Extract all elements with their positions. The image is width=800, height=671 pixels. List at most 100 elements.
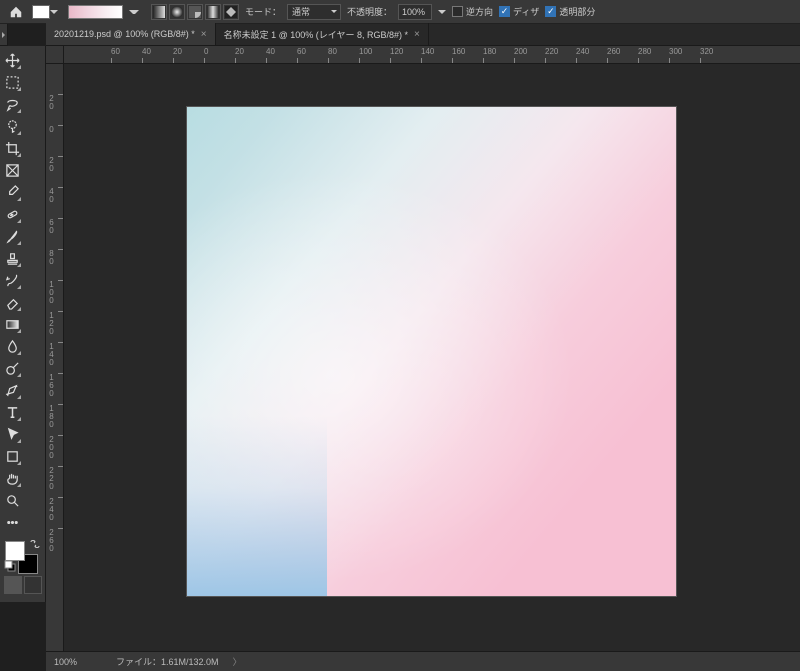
ruler-tick: 100 bbox=[47, 280, 56, 304]
ruler-tick: 120 bbox=[47, 311, 56, 335]
workspace: 6040200204060801001201401601802002202402… bbox=[46, 46, 800, 651]
ruler-origin[interactable] bbox=[46, 46, 64, 64]
eraser-tool[interactable] bbox=[2, 292, 22, 312]
ruler-tick: 60 bbox=[111, 47, 120, 56]
mode-label: モード： bbox=[245, 5, 281, 18]
dodge-tool[interactable] bbox=[2, 358, 22, 378]
ruler-tick: 40 bbox=[266, 47, 275, 56]
document-tab-0[interactable]: 20201219.psd @ 100% (RGB/8#) *× bbox=[46, 23, 216, 45]
opacity-caret-icon[interactable] bbox=[438, 5, 446, 18]
move-tool[interactable] bbox=[2, 50, 22, 70]
toolbox bbox=[0, 46, 46, 602]
status-flyout-icon[interactable]: 〉 bbox=[233, 655, 242, 668]
opacity-field[interactable]: 100% bbox=[398, 4, 432, 20]
swap-colors-icon[interactable] bbox=[29, 538, 41, 550]
ruler-tick: 320 bbox=[700, 47, 713, 56]
ruler-tick: 80 bbox=[328, 47, 337, 56]
ruler-tick: 40 bbox=[47, 187, 56, 203]
document-tab-1[interactable]: 名称未設定 1 @ 100% (レイヤー 8, RGB/8#) * × bbox=[216, 23, 429, 45]
ruler-tick: 60 bbox=[47, 218, 56, 234]
frame-tool[interactable] bbox=[2, 160, 22, 180]
file-value: 1.61M/132.0M bbox=[161, 657, 219, 667]
path-select-tool[interactable] bbox=[2, 424, 22, 444]
ruler-tick: 180 bbox=[47, 404, 56, 428]
dither-checkbox[interactable] bbox=[499, 6, 510, 17]
gradient-radial-button[interactable] bbox=[169, 4, 185, 20]
color-swatches bbox=[2, 538, 43, 572]
reverse-label: 逆方向 bbox=[466, 5, 493, 18]
marquee-tool[interactable] bbox=[2, 72, 22, 92]
document-tabs: 20201219.psd @ 100% (RGB/8#) *× 名称未設定 1 … bbox=[46, 24, 800, 46]
zoom-field[interactable]: 100% bbox=[54, 657, 102, 667]
dither-label: ディザ bbox=[513, 5, 539, 18]
reverse-option[interactable]: 逆方向 bbox=[452, 5, 493, 18]
ruler-tick: 20 bbox=[235, 47, 244, 56]
opacity-label: 不透明度： bbox=[347, 5, 392, 18]
vertical-ruler[interactable]: 20020406080100120140160180200220240260 bbox=[46, 64, 64, 651]
close-icon[interactable]: × bbox=[414, 29, 420, 40]
horizontal-ruler[interactable]: 6040200204060801001201401601802002202402… bbox=[64, 46, 800, 64]
ruler-tick: 120 bbox=[390, 47, 403, 56]
mode-value: 通常 bbox=[292, 5, 310, 18]
edit-mode-group bbox=[2, 576, 43, 598]
dither-option[interactable]: ディザ bbox=[499, 5, 539, 18]
ruler-tick: 160 bbox=[47, 373, 56, 397]
gradient-angle-button[interactable] bbox=[187, 4, 203, 20]
default-colors-icon[interactable] bbox=[4, 560, 16, 572]
lasso-tool[interactable] bbox=[2, 94, 22, 114]
home-button[interactable] bbox=[6, 2, 26, 22]
hand-tool[interactable] bbox=[2, 468, 22, 488]
gradient-tool[interactable] bbox=[2, 314, 22, 334]
ruler-tick: 300 bbox=[669, 47, 682, 56]
ruler-tick: 140 bbox=[47, 342, 56, 366]
ruler-tick: 140 bbox=[421, 47, 434, 56]
document-tab-label: 名称未設定 1 @ 100% (レイヤー 8, RGB/8#) * bbox=[224, 28, 408, 41]
healing-tool[interactable] bbox=[2, 204, 22, 224]
ruler-tick: 260 bbox=[47, 528, 56, 552]
quick-mask-button[interactable] bbox=[24, 576, 42, 594]
gradient-type-group bbox=[151, 4, 239, 20]
ruler-tick: 220 bbox=[47, 466, 56, 490]
ruler-tick: 180 bbox=[483, 47, 496, 56]
ruler-tick: 280 bbox=[638, 47, 651, 56]
pen-tool[interactable] bbox=[2, 380, 22, 400]
blur-tool[interactable] bbox=[2, 336, 22, 356]
ruler-tick: 20 bbox=[47, 156, 56, 172]
ruler-tick: 200 bbox=[47, 435, 56, 459]
transparency-option[interactable]: 透明部分 bbox=[545, 5, 595, 18]
quick-select-tool[interactable] bbox=[2, 116, 22, 136]
brush-tool[interactable] bbox=[2, 226, 22, 246]
opacity-value: 100% bbox=[402, 7, 425, 17]
ruler-tick: 260 bbox=[607, 47, 620, 56]
canvas-viewport[interactable] bbox=[64, 64, 800, 651]
mode-dropdown[interactable]: 通常 bbox=[287, 4, 341, 20]
crop-tool[interactable] bbox=[2, 138, 22, 158]
status-info[interactable]: ファイル：1.61M/132.0M bbox=[116, 655, 219, 668]
edit-toolbar-button[interactable] bbox=[2, 512, 22, 532]
close-icon[interactable]: × bbox=[201, 29, 207, 40]
canvas[interactable] bbox=[187, 107, 676, 596]
ruler-tick: 20 bbox=[173, 47, 182, 56]
transparency-checkbox[interactable] bbox=[545, 6, 556, 17]
tool-preset-picker[interactable] bbox=[32, 5, 50, 19]
foreground-color-swatch[interactable] bbox=[5, 541, 25, 561]
stamp-tool[interactable] bbox=[2, 248, 22, 268]
eyedropper-tool[interactable] bbox=[2, 182, 22, 202]
collapsed-panel-tab[interactable] bbox=[0, 24, 8, 46]
ruler-tick: 20 bbox=[47, 94, 56, 110]
shape-tool[interactable] bbox=[2, 446, 22, 466]
reverse-checkbox[interactable] bbox=[452, 6, 463, 17]
history-brush-tool[interactable] bbox=[2, 270, 22, 290]
standard-mode-button[interactable] bbox=[4, 576, 22, 594]
status-bar: 100% ファイル：1.61M/132.0M 〉 bbox=[46, 651, 800, 671]
gradient-reflected-button[interactable] bbox=[205, 4, 221, 20]
zoom-tool[interactable] bbox=[2, 490, 22, 510]
gradient-picker[interactable] bbox=[68, 5, 123, 19]
gradient-linear-button[interactable] bbox=[151, 4, 167, 20]
gradient-diamond-button[interactable] bbox=[223, 4, 239, 20]
type-tool[interactable] bbox=[2, 402, 22, 422]
transparency-label: 透明部分 bbox=[559, 5, 595, 18]
gradient-picker-caret-icon[interactable] bbox=[129, 5, 139, 18]
ruler-tick: 160 bbox=[452, 47, 465, 56]
ruler-tick: 240 bbox=[47, 497, 56, 521]
